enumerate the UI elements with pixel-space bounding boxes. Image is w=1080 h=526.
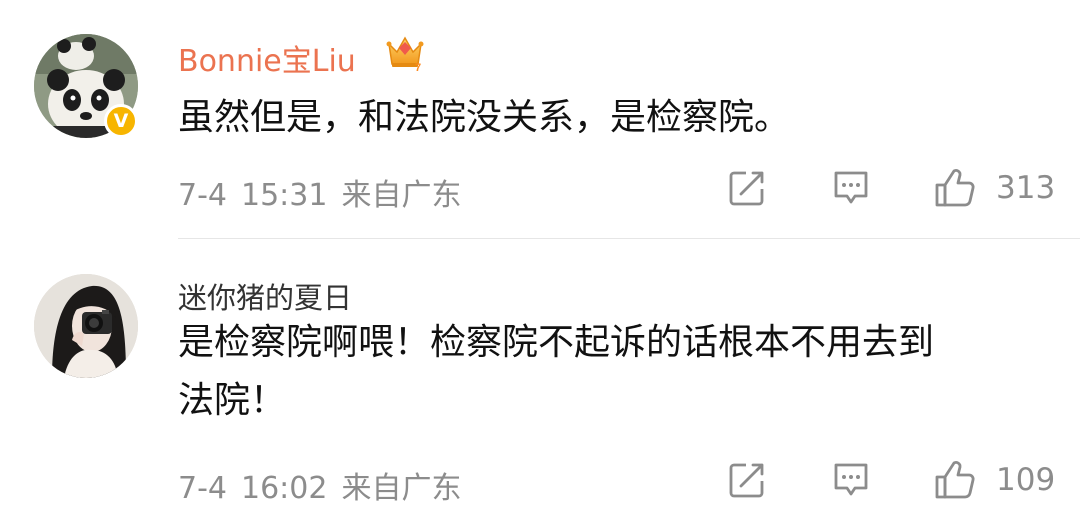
comment-content: 是检察院啊喂！检察院不起诉的话根本不用去到 法院！ <box>178 314 934 430</box>
like-icon[interactable] <box>934 167 976 209</box>
crown-icon: 7 <box>386 36 424 74</box>
comment-text-line: 虽然但是，和法院没关系，是检察院。 <box>178 97 791 138</box>
comment-meta: 7-4 16:02 来自广东 <box>178 463 461 507</box>
comment-icon[interactable] <box>830 167 872 209</box>
repost-icon[interactable] <box>726 459 768 501</box>
comment-source: 来自广东 <box>341 471 462 506</box>
camera-girl-avatar-image <box>34 274 138 378</box>
comment-time: 15:31 <box>241 178 328 213</box>
comment-content: 虽然但是，和法院没关系，是检察院。 <box>178 89 790 147</box>
like-count: 109 <box>996 462 1056 498</box>
comment-source: 来自广东 <box>341 178 462 213</box>
comment-date: 7-4 <box>178 178 227 213</box>
comment-item: V Bonnie宝Liu 7 虽然但是，和法院没关系，是检察院。 7-4 15:3… <box>0 0 1080 238</box>
comment-meta: 7-4 15:31 来自广东 <box>178 170 461 214</box>
svg-text:7: 7 <box>415 62 421 74</box>
like-count: 313 <box>996 170 1056 206</box>
comment-text-line: 是检察院啊喂！检察院不起诉的话根本不用去到 <box>178 322 935 363</box>
comment-item: 迷你猪的夏日 是检察院啊喂！检察院不起诉的话根本不用去到 法院！ 7-4 16:0… <box>0 239 1080 526</box>
comment-icon[interactable] <box>830 459 872 501</box>
comment-time: 16:02 <box>241 471 328 506</box>
avatar[interactable] <box>34 274 138 378</box>
username[interactable]: Bonnie宝Liu <box>178 36 356 80</box>
username[interactable]: 迷你猪的夏日 <box>178 275 352 317</box>
comment-text-line: 法院！ <box>178 380 287 421</box>
like-icon[interactable] <box>934 459 976 501</box>
repost-icon[interactable] <box>726 167 768 209</box>
verified-badge: V <box>104 104 138 138</box>
comment-date: 7-4 <box>178 471 227 506</box>
